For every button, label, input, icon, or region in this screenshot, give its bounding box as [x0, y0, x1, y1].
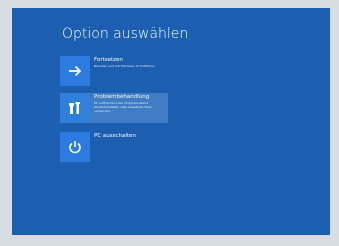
- power-icon: [69, 141, 81, 154]
- option-label: PC ausschalten: [94, 133, 136, 139]
- option-continue[interactable]: Fortsetzen Beenden und mit Windows 10 fo…: [60, 56, 168, 86]
- continue-tile[interactable]: [60, 56, 90, 86]
- arrow-right-icon: [69, 65, 82, 77]
- option-description: Beenden und mit Windows 10 fortfahren: [94, 64, 155, 68]
- option-description: PC auffrischen oder Originalzustand wied…: [94, 101, 152, 113]
- option-label: Problembehandlung: [94, 94, 150, 100]
- page-title: Option auswählen: [62, 26, 189, 42]
- tools-icon: [69, 102, 80, 114]
- shutdown-tile[interactable]: [60, 132, 90, 162]
- option-label: Fortsetzen: [94, 57, 123, 63]
- option-shutdown[interactable]: PC ausschalten: [60, 132, 168, 162]
- option-troubleshoot[interactable]: Problembehandlung PC auffrischen oder Or…: [60, 93, 168, 123]
- recovery-screen: Option auswählen Fortsetzen Beenden und …: [12, 8, 330, 235]
- troubleshoot-tile[interactable]: [60, 93, 90, 123]
